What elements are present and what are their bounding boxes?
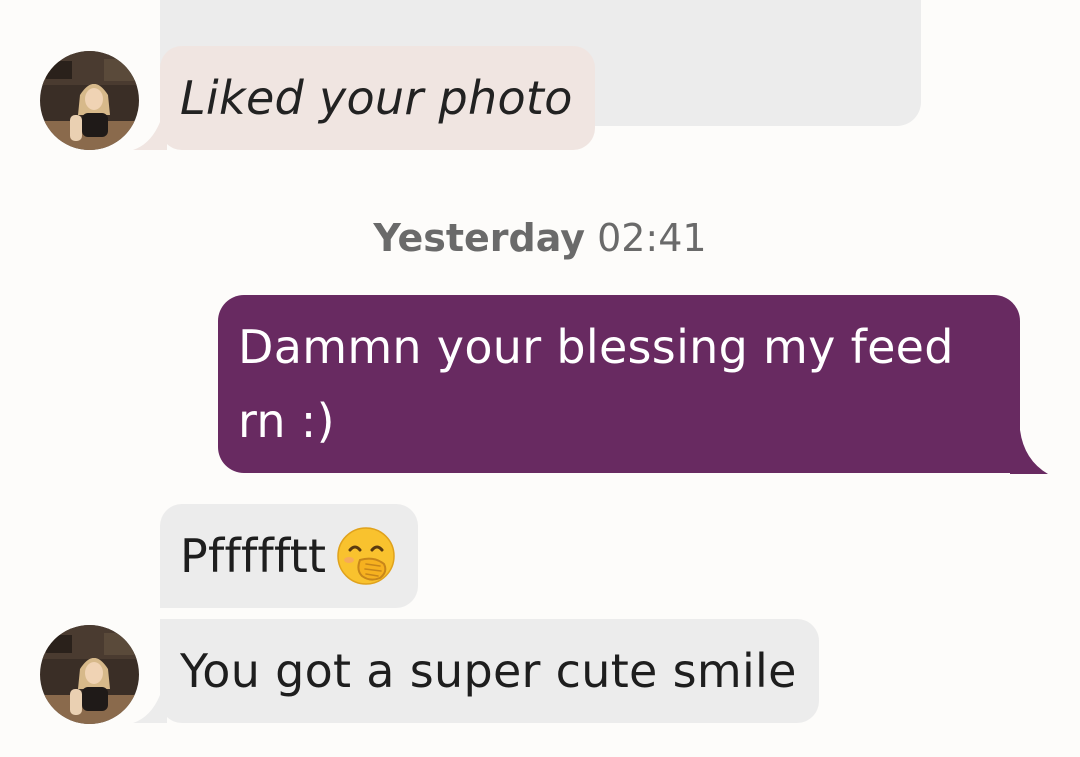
bubble-tail [1010, 430, 1048, 474]
received-message-bubble[interactable]: Pffffftt [160, 504, 419, 608]
avatar[interactable] [40, 51, 139, 150]
face-with-hand-over-mouth-icon [337, 527, 396, 585]
profile-photo-icon [40, 51, 139, 150]
avatar[interactable] [40, 625, 139, 724]
reaction-message-bubble[interactable]: Liked your photo [160, 46, 595, 150]
sent-message-text: Dammn your blessing my feed rn :) [238, 320, 954, 448]
received-message-text: Pffffftt [180, 529, 327, 583]
sent-message-bubble[interactable]: Dammn your blessing my feed rn :) [218, 295, 1020, 473]
profile-photo-icon [40, 625, 139, 724]
received-message-bubble[interactable]: You got a super cute smile [160, 619, 819, 723]
message-timestamp: Yesterday 02:41 [0, 214, 1080, 262]
reaction-text: Liked your photo [180, 71, 573, 125]
received-message-text: You got a super cute smile [180, 644, 797, 698]
timestamp-time: 02:41 [597, 216, 707, 260]
timestamp-day: Yesterday [373, 216, 585, 260]
